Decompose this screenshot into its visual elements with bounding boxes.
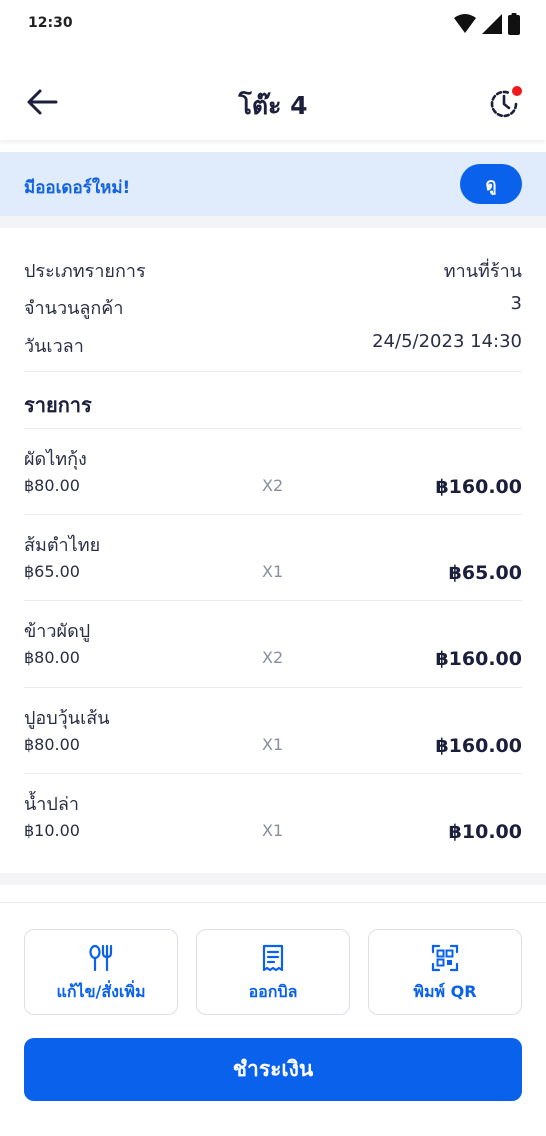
action-icon-wrap bbox=[197, 944, 349, 972]
item-quantity: X2 bbox=[262, 476, 284, 495]
item-total: ฿160.00 bbox=[435, 735, 522, 757]
receipt-icon bbox=[262, 944, 284, 972]
list-item[interactable]: ข้าวผัดปู ฿80.00 X2 ฿160.00 bbox=[24, 600, 522, 686]
item-name: ข้าวผัดปู bbox=[24, 621, 91, 642]
status-bar: 12:30 bbox=[0, 0, 546, 48]
item-unit-price: ฿65.00 bbox=[24, 562, 80, 581]
banner-text: มีออเดอร์ใหม่! bbox=[24, 178, 131, 198]
view-order-button[interactable]: ดู bbox=[460, 164, 522, 204]
item-name: ผัดไทกุ้ง bbox=[24, 449, 87, 470]
print-qr-label: พิมพ์ QR bbox=[413, 982, 477, 1001]
section-gap bbox=[0, 873, 546, 885]
info-row-datetime: วันเวลา 24/5/2023 14:30 bbox=[24, 331, 522, 359]
item-unit-price: ฿80.00 bbox=[24, 648, 80, 667]
item-quantity: X1 bbox=[262, 735, 284, 754]
item-name: น้ำปล่า bbox=[24, 794, 79, 815]
page-title: โต๊ะ 4 bbox=[238, 91, 308, 120]
status-icons bbox=[454, 13, 520, 35]
edit-order-button[interactable]: แก้ไข/สั่งเพิ่ม bbox=[24, 929, 178, 1015]
wifi-icon bbox=[454, 14, 476, 33]
item-name: ส้มตำไทย bbox=[24, 535, 101, 556]
list-item[interactable]: ผัดไทกุ้ง ฿80.00 X2 ฿160.00 bbox=[24, 428, 522, 514]
order-history-button[interactable] bbox=[486, 86, 522, 122]
info-label: วันเวลา bbox=[24, 336, 84, 357]
info-row-customer-count: จำนวนลูกค้า 3 bbox=[24, 293, 522, 321]
battery-icon bbox=[508, 13, 520, 35]
edit-order-label: แก้ไข/สั่งเพิ่ม bbox=[56, 982, 146, 1001]
item-quantity: X1 bbox=[262, 821, 284, 840]
item-name: ปูอบวุ้นเส้น bbox=[24, 708, 110, 729]
info-value: 3 bbox=[510, 293, 522, 314]
item-unit-price: ฿10.00 bbox=[24, 821, 80, 840]
bottom-action-panel: แก้ไข/สั่งเพิ่ม ออกบิล พิมพ์ QR ชำระเงิน bbox=[0, 902, 546, 1136]
status-time: 12:30 bbox=[28, 15, 73, 31]
item-total: ฿160.00 bbox=[435, 648, 522, 670]
list-item[interactable]: ปูอบวุ้นเส้น ฿80.00 X1 ฿160.00 bbox=[24, 687, 522, 773]
items-section-title: รายการ bbox=[24, 393, 92, 417]
info-value: ทานที่ร้าน bbox=[443, 261, 522, 282]
item-total: ฿160.00 bbox=[435, 476, 522, 498]
app-bar: โต๊ะ 4 bbox=[0, 64, 546, 140]
item-quantity: X2 bbox=[262, 648, 284, 667]
divider bbox=[24, 371, 522, 372]
issue-bill-label: ออกบิล bbox=[248, 982, 298, 1001]
print-qr-button[interactable]: พิมพ์ QR bbox=[368, 929, 522, 1015]
action-icon-wrap bbox=[25, 944, 177, 972]
new-order-banner: มีออเดอร์ใหม่! ดู bbox=[0, 152, 546, 216]
info-row-order-type: ประเภทรายการ ทานที่ร้าน bbox=[24, 256, 522, 284]
item-unit-price: ฿80.00 bbox=[24, 735, 80, 754]
issue-bill-button[interactable]: ออกบิล bbox=[196, 929, 350, 1015]
list-item[interactable]: ส้มตำไทย ฿65.00 X1 ฿65.00 bbox=[24, 514, 522, 600]
pay-button[interactable]: ชำระเงิน bbox=[24, 1038, 522, 1101]
action-icon-wrap bbox=[369, 944, 521, 972]
info-label: ประเภทรายการ bbox=[24, 261, 146, 282]
list-item[interactable]: น้ำปล่า ฿10.00 X1 ฿10.00 bbox=[24, 773, 522, 859]
item-total: ฿10.00 bbox=[448, 821, 522, 843]
section-gap bbox=[0, 216, 546, 228]
item-total: ฿65.00 bbox=[448, 562, 522, 584]
signal-icon bbox=[482, 14, 502, 34]
info-value: 24/5/2023 14:30 bbox=[372, 331, 522, 352]
item-unit-price: ฿80.00 bbox=[24, 476, 80, 495]
qr-code-icon bbox=[431, 944, 459, 972]
notification-dot bbox=[512, 86, 522, 96]
fork-knife-icon bbox=[89, 944, 113, 972]
info-label: จำนวนลูกค้า bbox=[24, 298, 124, 319]
item-quantity: X1 bbox=[262, 562, 284, 581]
